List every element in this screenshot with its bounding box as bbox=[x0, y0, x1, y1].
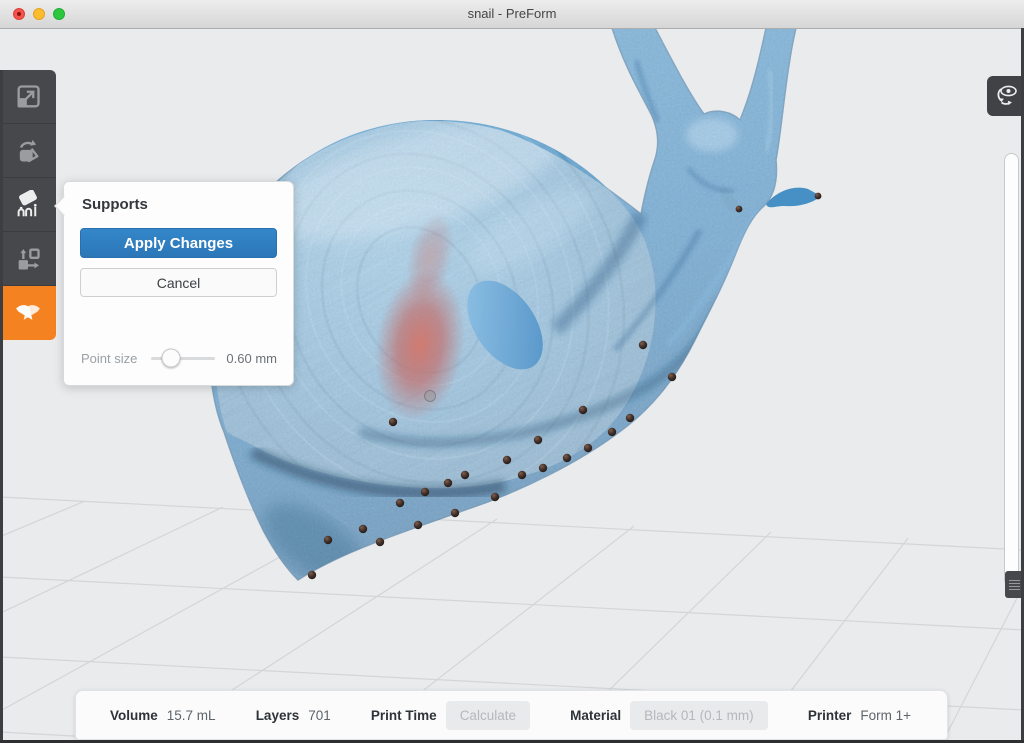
preform-window: Supports Apply Changes Cancel Point size… bbox=[0, 0, 1024, 743]
apply-changes-button[interactable]: Apply Changes bbox=[80, 228, 277, 258]
rotate-view-button[interactable] bbox=[987, 76, 1024, 116]
calculate-button[interactable]: Calculate bbox=[446, 701, 530, 730]
minimize-button[interactable] bbox=[33, 8, 45, 20]
orbit-eye-icon bbox=[993, 82, 1019, 110]
size-tool-button[interactable] bbox=[0, 70, 56, 124]
panel-title: Supports bbox=[64, 182, 293, 213]
volume-group: Volume 15.7 mL bbox=[110, 708, 216, 723]
supports-tool-button[interactable] bbox=[0, 178, 56, 232]
volume-label: Volume bbox=[110, 708, 158, 723]
volume-value: 15.7 mL bbox=[167, 708, 216, 723]
tool-sidebar bbox=[0, 70, 56, 340]
layers-group: Layers 701 bbox=[256, 708, 331, 723]
window-border-left bbox=[0, 70, 3, 743]
material-group: Material Black 01 (0.1 mm) bbox=[570, 701, 768, 730]
support-point-ghost bbox=[425, 391, 436, 402]
window-title: snail - PreForm bbox=[0, 0, 1024, 28]
printer-group: Printer Form 1+ bbox=[808, 708, 911, 723]
cancel-button[interactable]: Cancel bbox=[80, 268, 277, 297]
point-size-label: Point size bbox=[81, 351, 137, 366]
title-bar[interactable]: snail - PreForm bbox=[0, 0, 1024, 29]
traffic-lights bbox=[13, 8, 65, 20]
layout-icon bbox=[14, 245, 42, 273]
print-time-group: Print Time Calculate bbox=[371, 701, 530, 730]
butterfly-icon bbox=[13, 298, 43, 328]
material-label: Material bbox=[570, 708, 621, 723]
print-time-label: Print Time bbox=[371, 708, 437, 723]
printer-value: Form 1+ bbox=[860, 708, 911, 723]
supports-panel: Supports Apply Changes Cancel Point size… bbox=[63, 181, 294, 386]
layout-tool-button[interactable] bbox=[0, 232, 56, 286]
point-size-value: 0.60 mm bbox=[226, 351, 277, 366]
layers-label: Layers bbox=[256, 708, 300, 723]
status-bar: Volume 15.7 mL Layers 701 Print Time Cal… bbox=[75, 690, 948, 740]
layer-slider-track[interactable] bbox=[1004, 153, 1019, 587]
print-tool-button[interactable] bbox=[0, 286, 56, 340]
printer-label: Printer bbox=[808, 708, 852, 723]
grip-lines-icon bbox=[1009, 580, 1020, 581]
supports-icon bbox=[13, 190, 43, 220]
rotate-icon bbox=[14, 137, 42, 165]
point-size-row: Point size 0.60 mm bbox=[81, 345, 277, 371]
material-button[interactable]: Black 01 (0.1 mm) bbox=[630, 701, 768, 730]
close-button[interactable] bbox=[13, 8, 25, 20]
layers-value: 701 bbox=[308, 708, 331, 723]
point-size-slider-thumb[interactable] bbox=[161, 349, 180, 368]
point-size-slider[interactable] bbox=[151, 357, 215, 360]
orientation-tool-button[interactable] bbox=[0, 124, 56, 178]
scale-icon bbox=[14, 83, 42, 111]
zoom-button[interactable] bbox=[53, 8, 65, 20]
